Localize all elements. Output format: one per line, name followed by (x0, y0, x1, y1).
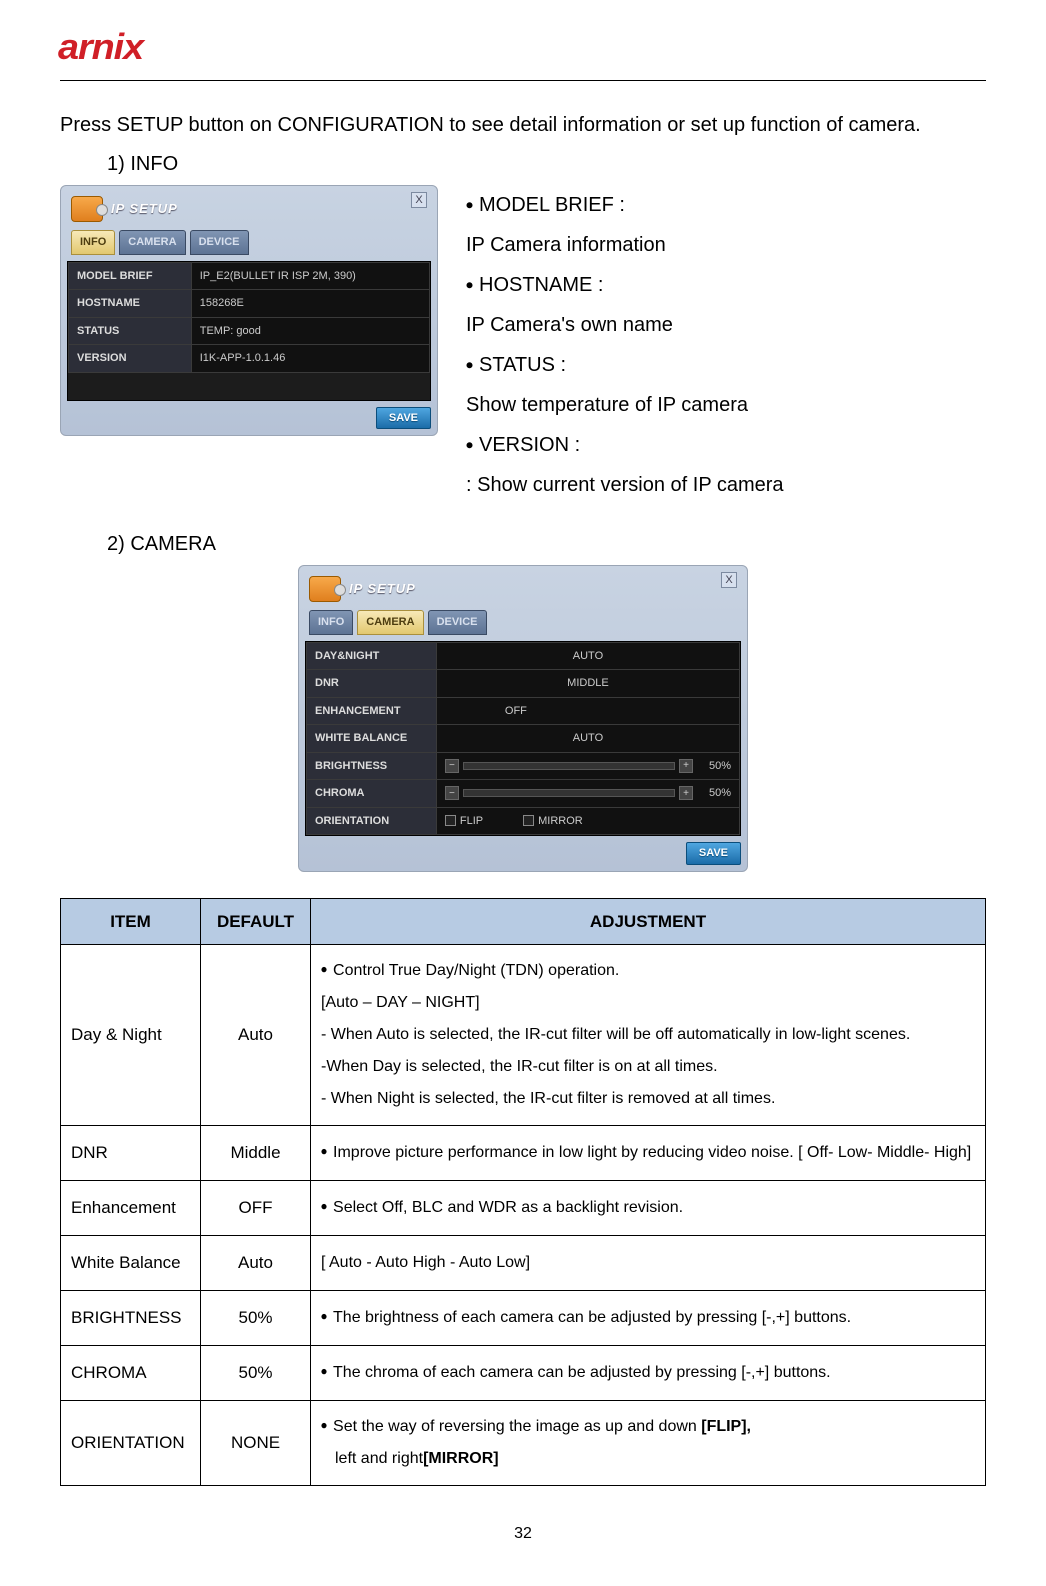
save-button[interactable]: SAVE (376, 407, 431, 430)
tab-device[interactable]: DEVICE (190, 230, 249, 255)
section-2-heading: 2) CAMERA (107, 529, 986, 559)
ip-setup-camera-panel: X IP SETUP INFO CAMERA DEVICE DAY&NIGHTA… (298, 565, 748, 872)
camera-icon (71, 196, 103, 222)
mirror-checkbox[interactable]: MIRROR (523, 813, 583, 830)
table-row: ENHANCEMENTOFF (307, 697, 740, 725)
table-row: CHROMA50%The chroma of each camera can b… (61, 1346, 986, 1401)
intro-text: Press SETUP button on CONFIGURATION to s… (60, 105, 986, 145)
tab-row-info: INFO CAMERA DEVICE (67, 230, 431, 261)
flip-checkbox[interactable]: FLIP (445, 813, 483, 830)
tab-info[interactable]: INFO (309, 610, 353, 635)
page-number: 32 (60, 1522, 986, 1546)
col-item: ITEM (61, 898, 201, 945)
brand-logo: arnix (60, 20, 986, 74)
table-row: VERSIONI1K-APP-1.0.1.46 (69, 345, 430, 373)
table-row: DNRMiddleImprove picture performance in … (61, 1126, 986, 1181)
brand-name: arnix (58, 20, 143, 74)
tab-camera[interactable]: CAMERA (357, 610, 423, 635)
section-1-heading: 1) INFO (107, 149, 986, 179)
table-row: DAY&NIGHTAUTO (307, 642, 740, 670)
table-row: MODEL BRIEFIP_E2(BULLET IR ISP 2M, 390) (69, 262, 430, 290)
panel-title: IP SETUP (111, 199, 178, 219)
minus-icon[interactable]: − (445, 759, 459, 773)
save-button[interactable]: SAVE (686, 842, 741, 865)
plus-icon[interactable]: + (679, 786, 693, 800)
tab-row-camera: INFO CAMERA DEVICE (305, 610, 741, 641)
table-row: WHITE BALANCEAUTO (307, 725, 740, 753)
chroma-slider: − + 50% (445, 785, 731, 802)
close-icon[interactable]: X (411, 192, 427, 208)
tab-info[interactable]: INFO (71, 230, 115, 255)
panel-title: IP SETUP (349, 579, 416, 599)
table-row: ORIENTATIONNONESet the way of reversing … (61, 1401, 986, 1486)
col-default: DEFAULT (201, 898, 311, 945)
spec-table: ITEM DEFAULT ADJUSTMENT Day & NightAutoC… (60, 898, 986, 1487)
tab-device[interactable]: DEVICE (428, 610, 487, 635)
table-row: STATUSTEMP: good (69, 317, 430, 345)
table-row: HOSTNAME158268E (69, 290, 430, 318)
table-row: DNRMIDDLE (307, 670, 740, 698)
tab-camera[interactable]: CAMERA (119, 230, 185, 255)
header-divider (60, 80, 986, 81)
table-row: EnhancementOFFSelect Off, BLC and WDR as… (61, 1181, 986, 1236)
camera-icon (309, 576, 341, 602)
orientation-checks: FLIP MIRROR (445, 813, 731, 830)
minus-icon[interactable]: − (445, 786, 459, 800)
table-row: BRIGHTNESS − + 50% (307, 752, 740, 780)
camera-table: DAY&NIGHTAUTO DNRMIDDLE ENHANCEMENTOFF W… (306, 642, 740, 836)
ip-setup-info-panel: X IP SETUP INFO CAMERA DEVICE MODEL BRIE… (60, 185, 438, 436)
info-table: MODEL BRIEFIP_E2(BULLET IR ISP 2M, 390) … (68, 262, 430, 373)
table-row: BRIGHTNESS50%The brightness of each came… (61, 1291, 986, 1346)
table-row: Day & NightAutoControl True Day/Night (T… (61, 945, 986, 1126)
col-adjustment: ADJUSTMENT (311, 898, 986, 945)
plus-icon[interactable]: + (679, 759, 693, 773)
table-row: ORIENTATION FLIP MIRROR (307, 807, 740, 835)
table-row: CHROMA − + 50% (307, 780, 740, 808)
info-description: MODEL BRIEF : IP Camera information HOST… (466, 185, 986, 505)
close-icon[interactable]: X (721, 572, 737, 588)
table-row: White BalanceAuto[ Auto - Auto High - Au… (61, 1236, 986, 1291)
brightness-slider: − + 50% (445, 758, 731, 775)
